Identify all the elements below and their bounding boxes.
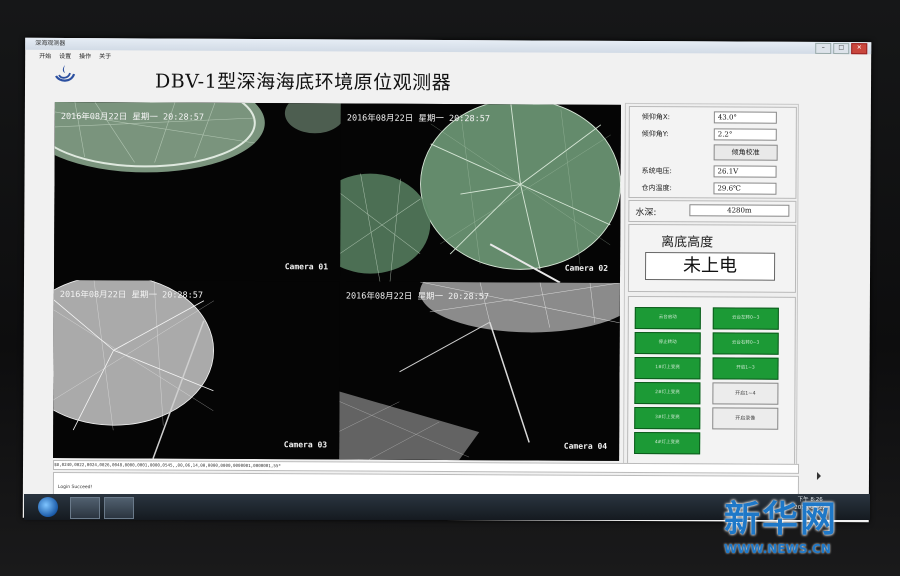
device-button-8[interactable]: 云台右转0~3 xyxy=(712,332,779,355)
camera-timestamp: 2016年08月22日 星期一 20:28:57 xyxy=(59,289,204,301)
net-image-2 xyxy=(339,103,621,283)
device-button-6[interactable]: 4#灯上变亮 xyxy=(634,431,701,455)
app-title: DBV-1型深海海底环境原位观测器 xyxy=(154,70,452,95)
menu-item-about[interactable]: 关于 xyxy=(99,51,111,60)
application-window: 深海观测器 – □ ✕ 开始 设置 操作 关于 DBV-1型深海海底环境原位观测… xyxy=(22,37,872,523)
control-panel: 倾仰角X: 43.0° 倾仰角Y: 2.2° 倾角校准 系统电压: 26.1V … xyxy=(623,102,799,468)
explorer-taskbar-icon[interactable] xyxy=(70,497,100,519)
tilt-y-label: 倾仰角Y: xyxy=(641,130,669,139)
camera-timestamp: 2016年08月22日 星期一 20:28:57 xyxy=(345,291,490,303)
tilt-x-value: 43.0° xyxy=(713,111,777,124)
altitude-value: 未上电 xyxy=(645,252,776,281)
tilt-x-label: 倾仰角X: xyxy=(641,113,671,122)
calibrate-button[interactable]: 倾角校准 xyxy=(713,144,778,161)
mouse-cursor-icon xyxy=(816,471,821,480)
altitude-label: 离底高度 xyxy=(661,235,714,251)
device-control-group: 云台启动 停止转动 1#灯上变亮 2#灯上变亮 3#灯上变亮 4#灯上变亮 云台… xyxy=(627,295,796,465)
sensor-readings-group: 倾仰角X: 43.0° 倾仰角Y: 2.2° 倾角校准 系统电压: 26.1V … xyxy=(628,105,797,199)
device-button-2[interactable]: 停止转动 xyxy=(634,331,701,355)
log-message: Login Succeed! xyxy=(57,484,93,491)
net-image-3 xyxy=(53,279,215,459)
camera-feed-1[interactable]: 2016年08月22日 星期一 20:28:57 Camera 01 xyxy=(53,101,341,282)
device-button-5[interactable]: 3#灯上变亮 xyxy=(634,406,701,430)
device-button-7[interactable]: 云台左转0~3 xyxy=(712,307,779,330)
net-image-4 xyxy=(339,281,620,461)
app-taskbar-icon[interactable] xyxy=(104,497,134,519)
device-button-1[interactable]: 云台启动 xyxy=(634,306,701,330)
device-button-4[interactable]: 2#灯上变亮 xyxy=(634,381,701,405)
temperature-value: 29.6℃ xyxy=(713,182,777,195)
menu-item-start[interactable]: 开始 xyxy=(39,51,51,60)
voltage-label: 系统电压: xyxy=(641,167,672,176)
maximize-button[interactable]: □ xyxy=(833,43,850,55)
device-button-9[interactable]: 开启1~3 xyxy=(712,357,779,380)
close-button[interactable]: ✕ xyxy=(851,43,868,55)
voltage-value: 26.1V xyxy=(713,165,777,178)
depth-group: 水深: 4280m xyxy=(628,199,797,223)
camera-timestamp: 2016年08月22日 星期一 20:28:57 xyxy=(60,111,204,123)
minimize-button[interactable]: – xyxy=(815,42,832,55)
device-button-10[interactable]: 开启1~4 xyxy=(712,382,779,405)
camera-grid: 2016年08月22日 星期一 20:28:57 Camera 01 2016年… xyxy=(53,101,621,461)
camera-feed-2[interactable]: 2016年08月22日 星期一 20:28:57 Camera 02 xyxy=(339,103,621,283)
window-title: 深海观测器 xyxy=(35,39,66,47)
camera-label: Camera 02 xyxy=(564,263,609,273)
watermark-logo: 新华网 xyxy=(724,499,839,540)
start-button[interactable] xyxy=(38,497,58,517)
camera-feed-4[interactable]: 2016年08月22日 星期一 20:28:57 Camera 04 xyxy=(339,281,620,461)
altitude-group: 离底高度 未上电 xyxy=(627,223,797,293)
camera-label: Camera 04 xyxy=(563,441,608,451)
watermark-url: WWW.NEWS.CN xyxy=(724,542,831,556)
camera-timestamp: 2016年08月22日 星期一 20:28:57 xyxy=(346,113,490,125)
window-controls: – □ ✕ xyxy=(815,42,868,55)
net-image-1 xyxy=(53,101,341,173)
menu-item-operate[interactable]: 操作 xyxy=(79,51,91,60)
depth-value: 4280m xyxy=(689,204,790,217)
menu-item-settings[interactable]: 设置 xyxy=(59,51,71,60)
device-button-11[interactable]: 开启录像 xyxy=(712,407,779,430)
camera-label: Camera 03 xyxy=(283,440,328,450)
temperature-label: 仓内温度: xyxy=(641,184,672,193)
app-logo-icon xyxy=(55,64,76,82)
depth-label: 水深: xyxy=(635,207,657,219)
device-button-3[interactable]: 1#灯上变亮 xyxy=(634,356,701,380)
tilt-y-value: 2.2° xyxy=(713,128,777,141)
camera-label: Camera 01 xyxy=(284,262,329,272)
camera-feed-3[interactable]: 2016年08月22日 星期一 20:28:57 Camera 03 xyxy=(53,279,340,460)
news-watermark: 新华网 WWW.NEWS.CN xyxy=(724,490,876,556)
